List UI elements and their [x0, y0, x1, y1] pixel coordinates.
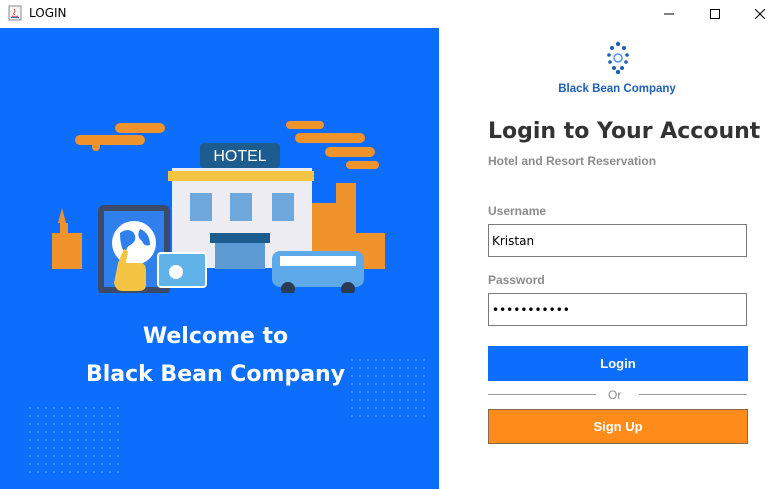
company-name: Black Bean Company	[558, 83, 676, 95]
close-icon	[755, 8, 765, 19]
minimize-button[interactable]	[646, 0, 692, 27]
page-subtitle: Hotel and Resort Reservation	[488, 154, 657, 168]
java-app-icon	[8, 5, 22, 21]
login-panel: Black Bean Company Login to Your Account…	[439, 28, 781, 489]
login-window: LOGIN HOTEL Welcome to Black Bean Compan…	[0, 0, 781, 489]
or-divider-text: Or	[608, 388, 622, 402]
signup-button[interactable]: Sign Up	[488, 409, 748, 444]
maximize-button[interactable]	[692, 0, 738, 27]
welcome-line-1: Welcome to	[142, 324, 289, 349]
divider-left	[488, 394, 596, 395]
password-field[interactable]: •••••••••••	[488, 293, 747, 326]
close-button[interactable]	[737, 0, 781, 27]
login-button[interactable]: Login	[488, 346, 748, 381]
window-title: LOGIN	[29, 6, 67, 20]
welcome-panel: HOTEL Welcome to Black Bean Company	[0, 28, 439, 489]
hotel-illustration: HOTEL	[52, 121, 385, 293]
username-field[interactable]: Kristan	[488, 224, 747, 257]
company-logo-icon	[607, 41, 629, 75]
maximize-icon	[710, 8, 720, 19]
divider-right	[639, 394, 747, 395]
minimize-icon	[664, 13, 674, 14]
decorative-dots-right	[350, 358, 430, 418]
title-bar[interactable]: LOGIN	[0, 0, 781, 27]
username-label: Username	[488, 204, 547, 218]
page-title: Login to Your Account	[488, 119, 761, 144]
hotel-sign: HOTEL	[213, 148, 266, 165]
decorative-dots-left	[28, 406, 124, 476]
password-label: Password	[488, 273, 545, 287]
